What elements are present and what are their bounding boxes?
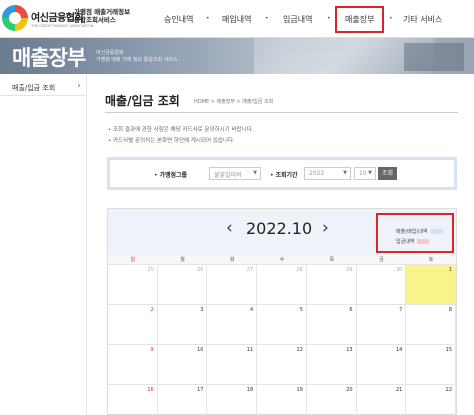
calendar-grid: 일 월 화 수 목 금 토 25 26 27 28 29 30 1 2 3 4 … [108, 255, 457, 415]
nav-item-approval[interactable]: 승인내역 [164, 14, 193, 25]
calendar-day[interactable]: 12 [257, 345, 307, 384]
calendar-week: 2 3 4 5 6 7 8 [108, 305, 457, 345]
nav-item-sales-ledger[interactable]: 매출장부 [335, 6, 385, 33]
nav-separator: • [265, 15, 269, 22]
calendar-day[interactable]: 14 [357, 345, 407, 384]
calendar-day[interactable]: 2 [108, 305, 158, 344]
weekday-label: 화 [229, 257, 235, 263]
calendar-week: 16 17 18 19 20 21 22 [108, 385, 457, 415]
nav-separator: • [206, 15, 210, 22]
sidebar: 매출/입금 조회 › [0, 74, 87, 415]
calendar-day[interactable]: 30 [357, 265, 407, 304]
breadcrumb: HOME > 매출장부 > 매출/입금 조회 [194, 99, 274, 105]
calendar-day[interactable]: 28 [257, 265, 307, 304]
calendar-day[interactable]: 18 [207, 385, 258, 415]
weekday-label: 금 [379, 257, 384, 263]
calendar-day[interactable]: 11 [207, 345, 258, 384]
calendar-day[interactable]: 4 [207, 305, 258, 344]
calendar-day[interactable]: 21 [357, 385, 407, 415]
store-group-label: • 가맹점그룹 [154, 172, 188, 179]
nav-separator: • [327, 15, 331, 22]
prev-month-button[interactable]: ‹ [226, 218, 233, 238]
weekday-label: 월 [180, 257, 185, 263]
chevron-down-icon: ▼ [343, 170, 347, 176]
calendar-day[interactable]: 16 [108, 385, 158, 415]
weekday-label: 목 [329, 257, 335, 263]
calendar-day[interactable]: 26 [158, 265, 208, 304]
calendar-day[interactable]: 5 [257, 305, 307, 344]
sidebar-item-sales-deposit[interactable]: 매출/입금 조회 › [0, 78, 87, 96]
nav-item-deposit[interactable]: 입금내역 [283, 14, 312, 25]
service-title: 가맹점 매출거래정보 통합조회서비스 [74, 8, 131, 24]
chevron-down-icon: ▼ [368, 170, 372, 176]
notice-text: • 카드사별 문의처는 본화면 하단에 게시되어 있습니다. [108, 138, 235, 144]
search-panel: • 가맹점그룹 불꽃밀피버 ▼ • 조회기간 2022 ▼ 10 ▼ 조회 [107, 157, 457, 190]
chevron-down-icon: ▼ [253, 170, 257, 176]
top-header: 여신금융협회 THE CREDIT FINANCE ASSOCIATION 가맹… [0, 0, 474, 38]
calendar-day[interactable]: 3 [158, 305, 208, 344]
weekday-label: 수 [279, 257, 285, 263]
calendar-day[interactable]: 17 [158, 385, 208, 415]
calendar-week: 25 26 27 28 29 30 1 [108, 265, 457, 305]
banner-decoration [404, 43, 464, 71]
logo-mark-icon [2, 5, 28, 31]
calendar-day[interactable]: 9 [108, 345, 158, 384]
weekday-label: 일 [130, 257, 136, 263]
month-select[interactable]: 10 ▼ [354, 167, 376, 180]
search-button[interactable]: 조회 [378, 167, 397, 180]
nav-separator: • [389, 15, 393, 22]
calendar-day[interactable]: 8 [406, 305, 457, 344]
notice-text: • 조회 결과에 관한 사항은 해당 카드사로 문의하시기 바랍니다. [108, 127, 254, 133]
calendar-day[interactable]: 10 [158, 345, 208, 384]
nav-item-purchase[interactable]: 매입내역 [222, 14, 251, 25]
year-select[interactable]: 2022 ▼ [304, 167, 351, 180]
calendar-day-today[interactable]: 1 [406, 265, 457, 304]
calendar-day[interactable]: 25 [108, 265, 158, 304]
calendar-week: 9 10 11 12 13 14 15 [108, 345, 457, 385]
chevron-right-icon: › [77, 81, 81, 91]
calendar-day[interactable]: 22 [406, 385, 457, 415]
page-title: 매출/입금 조회 [105, 94, 180, 108]
divider [105, 112, 458, 113]
calendar-day[interactable]: 19 [257, 385, 307, 415]
calendar-day[interactable]: 29 [307, 265, 357, 304]
banner-title: 매출장부 [12, 46, 86, 70]
weekday-label: 토 [428, 257, 434, 263]
weekday-header: 일 월 화 수 목 금 토 [108, 255, 456, 265]
period-label: • 조회기간 [270, 172, 298, 179]
calendar-day[interactable]: 7 [357, 305, 407, 344]
nav-item-other-services[interactable]: 기타 서비스 [403, 14, 442, 25]
sidebar-item-label: 매출/입금 조회 [12, 84, 56, 92]
calendar-day[interactable]: 27 [207, 265, 258, 304]
legend-highlight-box [376, 213, 454, 253]
store-group-select[interactable]: 불꽃밀피버 ▼ [209, 167, 261, 180]
calendar-day[interactable]: 6 [307, 305, 357, 344]
calendar-day[interactable]: 15 [406, 345, 457, 384]
calendar-month: 2022.10 [246, 219, 313, 238]
page-banner: 매출장부 여신금융협회 가맹점 매출 거래 정보 통합조회 서비스 [0, 38, 474, 74]
banner-subtitle: 여신금융협회 가맹점 매출 거래 정보 통합조회 서비스 [96, 50, 178, 63]
calendar-day[interactable]: 13 [307, 345, 357, 384]
next-month-button[interactable]: › [322, 218, 329, 238]
calendar-day[interactable]: 20 [307, 385, 357, 415]
logo-subtitle: THE CREDIT FINANCE ASSOCIATION [31, 23, 94, 28]
